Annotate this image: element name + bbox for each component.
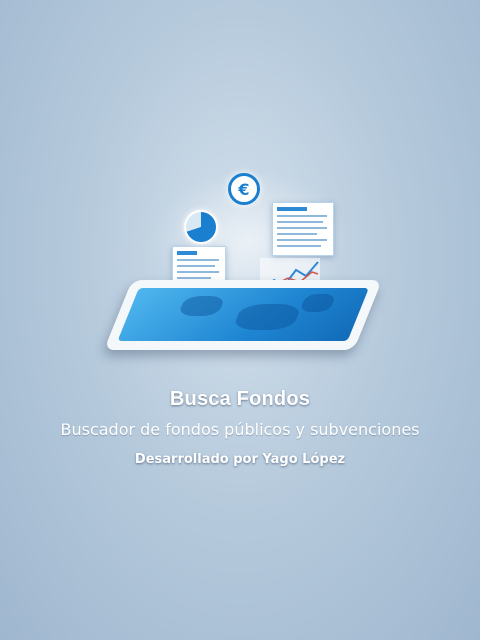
app-subtitle: Buscador de fondos públicos y subvencion… xyxy=(60,420,420,439)
tablet-device xyxy=(103,280,383,350)
app-title: Busca Fondos xyxy=(169,388,311,410)
pie-chart-icon xyxy=(184,210,218,244)
tablet-illustration: € xyxy=(103,150,383,370)
tablet-screen xyxy=(117,288,369,341)
splash-screen: € Busca Fondos Buscador de fondos públic… xyxy=(0,0,480,640)
euro-icon: € xyxy=(228,173,260,205)
document-panel xyxy=(272,202,334,256)
developer-credit: Desarrollado por Yago López xyxy=(134,452,346,467)
